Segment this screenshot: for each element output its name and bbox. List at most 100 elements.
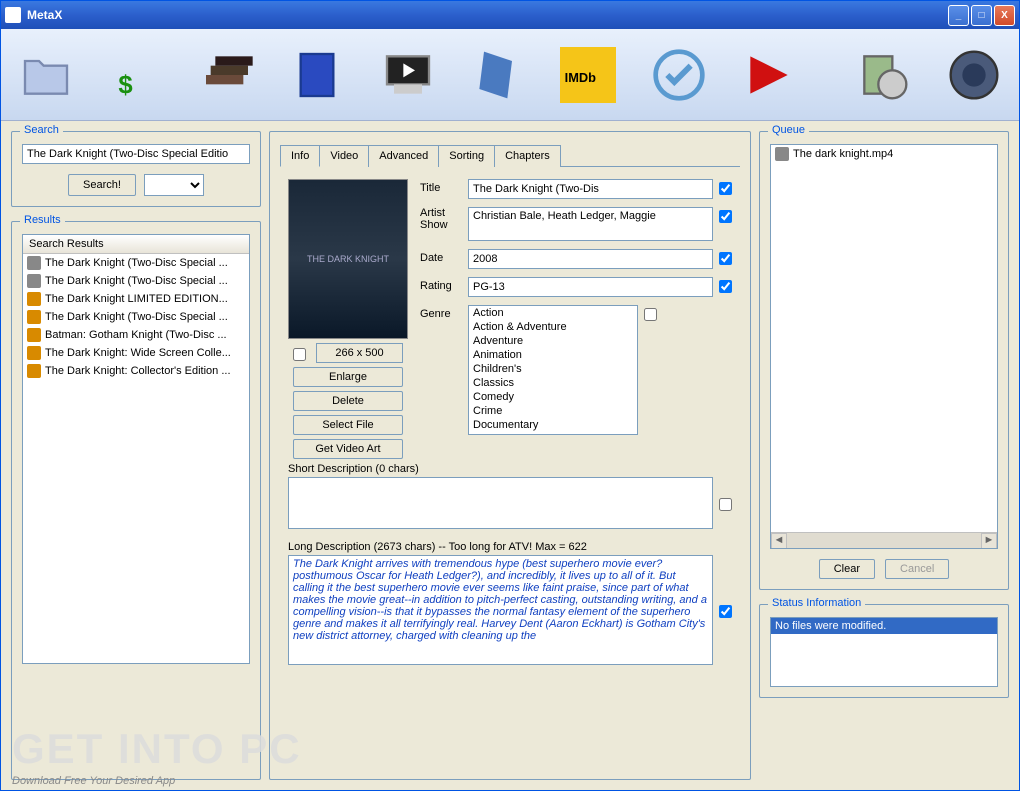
titlebar: MetaX _ □ X bbox=[1, 1, 1019, 29]
short-desc-checkbox[interactable] bbox=[719, 498, 732, 511]
library-button[interactable] bbox=[194, 39, 260, 111]
artist-label: Artist bbox=[420, 207, 462, 219]
source-icon bbox=[27, 346, 41, 360]
queue-panel: Queue The dark knight.mp4 ◄ ► Clear Canc… bbox=[759, 131, 1009, 590]
result-item[interactable]: The Dark Knight: Wide Screen Colle... bbox=[23, 344, 249, 362]
select-file-button[interactable]: Select File bbox=[293, 415, 403, 435]
status-list: No files were modified. bbox=[770, 617, 998, 687]
video-button[interactable] bbox=[374, 39, 440, 111]
artist-checkbox[interactable] bbox=[719, 210, 732, 223]
film-button[interactable] bbox=[465, 39, 531, 111]
source-icon bbox=[27, 292, 41, 306]
source-icon bbox=[27, 328, 41, 342]
source-icon bbox=[27, 364, 41, 378]
genre-item[interactable]: Crime bbox=[469, 404, 637, 418]
svg-text:IMDb: IMDb bbox=[565, 70, 597, 85]
rating-select[interactable] bbox=[468, 277, 713, 297]
artist-input[interactable]: Christian Bale, Heath Ledger, Maggie bbox=[468, 207, 713, 241]
results-list[interactable]: Search Results The Dark Knight (Two-Disc… bbox=[22, 234, 250, 664]
genre-item[interactable]: Animation bbox=[469, 348, 637, 362]
source-icon bbox=[27, 274, 41, 288]
status-panel: Status Information No files were modifie… bbox=[759, 604, 1009, 698]
result-text: The Dark Knight (Two-Disc Special ... bbox=[45, 257, 228, 269]
results-header: Search Results bbox=[23, 235, 249, 254]
result-text: The Dark Knight LIMITED EDITION... bbox=[45, 293, 228, 305]
result-item[interactable]: Batman: Gotham Knight (Two-Disc ... bbox=[23, 326, 249, 344]
genre-list[interactable]: ActionAction & AdventureAdventureAnimati… bbox=[468, 305, 638, 435]
lens-button[interactable] bbox=[941, 39, 1007, 111]
genre-item[interactable]: Action bbox=[469, 306, 637, 320]
apply-button[interactable] bbox=[646, 39, 712, 111]
tab-chapters[interactable]: Chapters bbox=[494, 145, 561, 167]
long-desc-label: Long Description (2673 chars) -- Too lon… bbox=[288, 541, 732, 553]
queue-scrollbar[interactable]: ◄ ► bbox=[771, 532, 997, 548]
date-checkbox[interactable] bbox=[719, 252, 732, 265]
title-label: Title bbox=[420, 179, 462, 194]
queue-list[interactable]: The dark knight.mp4 ◄ ► bbox=[770, 144, 998, 549]
tab-sorting[interactable]: Sorting bbox=[438, 145, 495, 167]
book-button[interactable] bbox=[284, 39, 350, 111]
result-text: Batman: Gotham Knight (Two-Disc ... bbox=[45, 329, 227, 341]
genre-item[interactable]: Children's bbox=[469, 362, 637, 376]
search-input[interactable] bbox=[22, 144, 250, 164]
result-item[interactable]: The Dark Knight (Two-Disc Special ... bbox=[23, 308, 249, 326]
show-label: Show bbox=[420, 219, 462, 231]
queue-item[interactable]: The dark knight.mp4 bbox=[771, 145, 997, 163]
maximize-button[interactable]: □ bbox=[971, 5, 992, 26]
short-desc-label: Short Description (0 chars) bbox=[288, 463, 732, 475]
result-item[interactable]: The Dark Knight (Two-Disc Special ... bbox=[23, 272, 249, 290]
tab-advanced[interactable]: Advanced bbox=[368, 145, 439, 167]
result-text: The Dark Knight (Two-Disc Special ... bbox=[45, 311, 228, 323]
long-desc-checkbox[interactable] bbox=[719, 605, 732, 618]
scroll-left-icon[interactable]: ◄ bbox=[771, 533, 787, 549]
enlarge-button[interactable]: Enlarge bbox=[293, 367, 403, 387]
scroll-right-icon[interactable]: ► bbox=[981, 533, 997, 549]
source-icon bbox=[27, 256, 41, 270]
tab-info[interactable]: Info bbox=[280, 145, 320, 167]
results-panel-title: Results bbox=[20, 214, 65, 226]
search-button[interactable]: Search! bbox=[68, 174, 136, 196]
search-panel-title: Search bbox=[20, 124, 63, 136]
poster-image[interactable]: THE DARK KNIGHT bbox=[288, 179, 408, 339]
status-panel-title: Status Information bbox=[768, 597, 865, 609]
cancel-button[interactable]: Cancel bbox=[885, 559, 949, 579]
minimize-button[interactable]: _ bbox=[948, 5, 969, 26]
genre-item[interactable]: Adventure bbox=[469, 334, 637, 348]
result-text: The Dark Knight: Collector's Edition ... bbox=[45, 365, 231, 377]
close-button[interactable]: X bbox=[994, 5, 1015, 26]
search-source-select[interactable] bbox=[144, 174, 204, 196]
genre-item[interactable]: Classics bbox=[469, 376, 637, 390]
imdb-button[interactable]: IMDb bbox=[555, 39, 621, 111]
search-panel: Search Search! bbox=[11, 131, 261, 207]
queue-panel-title: Queue bbox=[768, 124, 809, 136]
title-checkbox[interactable] bbox=[719, 182, 732, 195]
clear-button[interactable]: Clear bbox=[819, 559, 875, 579]
app-icon bbox=[5, 7, 21, 23]
genre-checkbox[interactable] bbox=[644, 308, 657, 321]
write-button[interactable] bbox=[736, 39, 802, 111]
open-folder-button[interactable] bbox=[13, 39, 79, 111]
svg-text:$: $ bbox=[118, 71, 132, 99]
editor-panel: InfoVideoAdvancedSortingChapters THE DAR… bbox=[269, 131, 751, 780]
result-item[interactable]: The Dark Knight: Collector's Edition ... bbox=[23, 362, 249, 380]
genre-item[interactable]: Comedy bbox=[469, 390, 637, 404]
delete-button[interactable]: Delete bbox=[293, 391, 403, 411]
poster-checkbox[interactable] bbox=[293, 348, 306, 361]
tab-video[interactable]: Video bbox=[319, 145, 369, 167]
result-text: The Dark Knight: Wide Screen Colle... bbox=[45, 347, 231, 359]
get-video-art-button[interactable]: Get Video Art bbox=[293, 439, 403, 459]
date-input[interactable] bbox=[468, 249, 713, 269]
genre-item[interactable]: Documentary bbox=[469, 418, 637, 432]
status-line: No files were modified. bbox=[771, 618, 997, 634]
rating-checkbox[interactable] bbox=[719, 280, 732, 293]
result-item[interactable]: The Dark Knight LIMITED EDITION... bbox=[23, 290, 249, 308]
short-desc-input[interactable] bbox=[288, 477, 713, 529]
toolbar: $ IMDb bbox=[1, 29, 1019, 121]
settings-button[interactable] bbox=[850, 39, 916, 111]
long-desc-input[interactable]: The Dark Knight arrives with tremendous … bbox=[288, 555, 713, 665]
file-icon bbox=[775, 147, 789, 161]
result-item[interactable]: The Dark Knight (Two-Disc Special ... bbox=[23, 254, 249, 272]
title-input[interactable] bbox=[468, 179, 713, 199]
genre-item[interactable]: Action & Adventure bbox=[469, 320, 637, 334]
purchase-button[interactable]: $ bbox=[103, 39, 169, 111]
